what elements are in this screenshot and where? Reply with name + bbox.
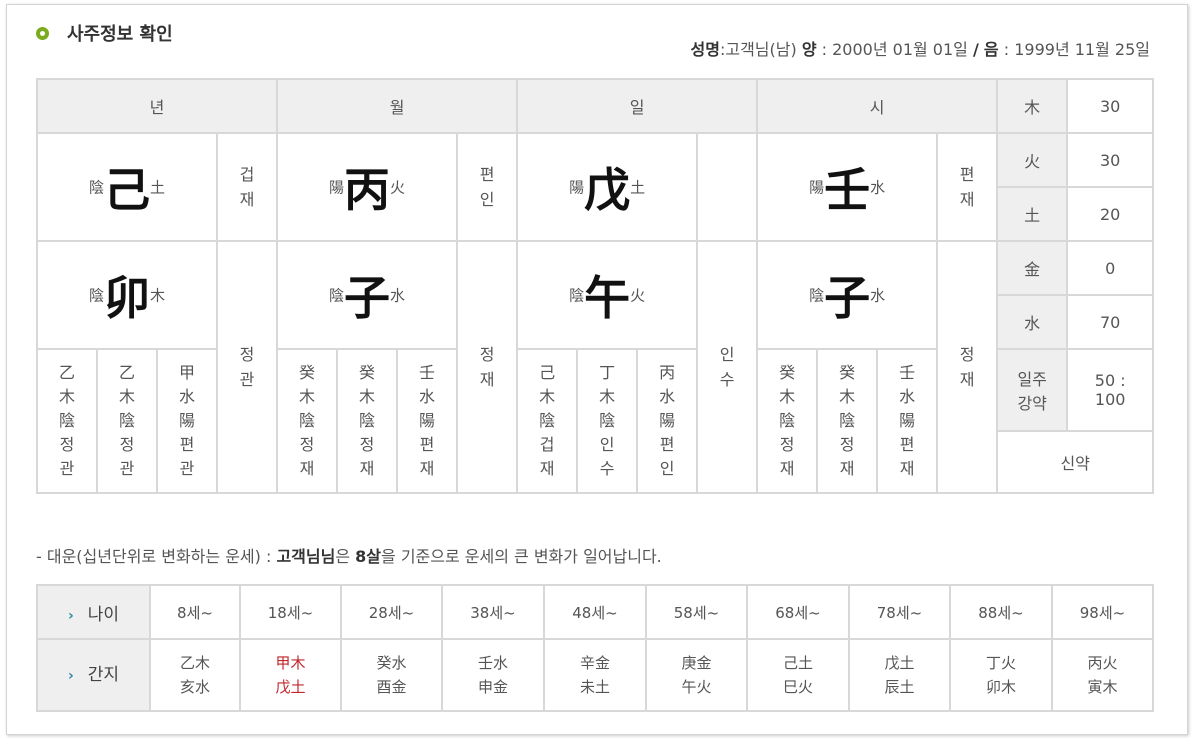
stem-god-hour: 편재 bbox=[936, 132, 999, 242]
ganji-row-header: › 간지 bbox=[36, 638, 151, 712]
daeun-ganji: 乙木 亥水 bbox=[149, 638, 241, 712]
branch-char: 子 bbox=[824, 271, 871, 325]
jijanggan-cell: 壬水陽편재 bbox=[396, 348, 459, 494]
daeun-age: 38세~ bbox=[441, 584, 545, 640]
branch-char: 子 bbox=[344, 271, 391, 325]
branch-char: 卯 bbox=[104, 271, 150, 325]
stem-god-year: 겁재 bbox=[215, 132, 279, 242]
chevron-right-icon: › bbox=[67, 667, 74, 684]
branch-char: 午 bbox=[584, 271, 631, 325]
stem-char: 戊 bbox=[584, 163, 631, 217]
ohaeng-label-water: 水 bbox=[996, 294, 1069, 350]
lunar-label: 음 bbox=[983, 40, 999, 59]
daeun-age: 78세~ bbox=[848, 584, 951, 640]
jijanggan-cell: 丁木陰인수 bbox=[576, 348, 639, 494]
bullet-icon bbox=[36, 26, 49, 40]
solar-date: : 2000년 01월 01일 bbox=[821, 40, 968, 59]
daeun-ganji: 庚金 午火 bbox=[645, 638, 748, 712]
branch-god-month: 정재 bbox=[456, 240, 519, 494]
daeun-age: 68세~ bbox=[746, 584, 850, 640]
daeun-ganji: 癸水 酉金 bbox=[340, 638, 443, 712]
customer-name: 고객님님 bbox=[276, 547, 336, 566]
stem-day: 陽戊土 bbox=[516, 132, 699, 242]
ohaeng-value-wood: 30 bbox=[1066, 78, 1155, 134]
branch-god-day: 인수 bbox=[696, 240, 759, 494]
page-title: 사주정보 확인 bbox=[67, 24, 173, 45]
jijanggan-cell: 甲水陽편관 bbox=[156, 348, 218, 494]
ohaeng-label-metal: 金 bbox=[996, 240, 1069, 296]
stem-god-day bbox=[696, 132, 759, 242]
branch-day: 陰午火 bbox=[516, 240, 699, 350]
branch-month: 陰子水 bbox=[276, 240, 459, 350]
section-title: 사주정보 확인 bbox=[36, 20, 173, 46]
jijanggan-cell: 丙水陽편인 bbox=[636, 348, 699, 494]
stem-god-month: 편인 bbox=[456, 132, 519, 242]
daeun-age: 18세~ bbox=[239, 584, 342, 640]
solar-label: 양 bbox=[801, 40, 817, 59]
chevron-right-icon: › bbox=[67, 607, 74, 624]
daeun-ganji: 戊土 辰土 bbox=[848, 638, 951, 712]
ohaeng-value-metal: 0 bbox=[1066, 240, 1155, 296]
person-info: 성명:고객님(남) 양 : 2000년 01월 01일 / 음 : 1999년 … bbox=[691, 36, 1151, 60]
daeun-age: 88세~ bbox=[949, 584, 1053, 640]
ohaeng-value-water: 70 bbox=[1066, 294, 1155, 350]
jijanggan-cell: 癸木陰정재 bbox=[816, 348, 879, 494]
daeun-ganji: 辛金 未土 bbox=[543, 638, 647, 712]
jijanggan-cell: 乙木陰정관 bbox=[96, 348, 158, 494]
daeun-table: › 나이 8세~ 18세~ 28세~ 38세~ 48세~ 58세~ 68세~ 78… bbox=[36, 584, 1154, 712]
strength-value: 50 : 100 bbox=[1066, 348, 1155, 432]
daeun-ganji: 丁火 卯木 bbox=[949, 638, 1053, 712]
jijanggan-cell: 癸木陰정재 bbox=[336, 348, 399, 494]
ohaeng-value-fire: 30 bbox=[1066, 132, 1155, 188]
jijanggan-cell: 壬水陽편재 bbox=[876, 348, 939, 494]
pillar-header-month: 월 bbox=[276, 78, 519, 134]
branch-god-year: 정관 bbox=[215, 240, 279, 494]
name-value: :고객님(남) bbox=[719, 40, 797, 59]
lunar-date: : 1999년 11월 25일 bbox=[1003, 40, 1150, 59]
branch-god-hour: 정재 bbox=[936, 240, 999, 494]
jijanggan-cell: 己木陰겁재 bbox=[516, 348, 579, 494]
stem-char: 己 bbox=[104, 163, 150, 217]
stem-month: 陽丙火 bbox=[276, 132, 459, 242]
daeun-ganji: 己土 巳火 bbox=[746, 638, 850, 712]
daeun-ganji-current: 甲木 戊土 bbox=[239, 638, 342, 712]
daeun-intro: - 대운(십년단위로 변화하는 운세) : 고객님님은 8살을 기준으로 운세의… bbox=[36, 547, 662, 566]
stem-hour: 陽壬水 bbox=[756, 132, 939, 242]
daeun-age: 58세~ bbox=[645, 584, 748, 640]
ohaeng-value-earth: 20 bbox=[1066, 186, 1155, 242]
stem-char: 壬 bbox=[824, 163, 871, 217]
ohaeng-label-fire: 火 bbox=[996, 132, 1069, 188]
daeun-age: 98세~ bbox=[1051, 584, 1154, 640]
age-row-header: › 나이 bbox=[36, 584, 151, 640]
pillar-header-hour: 시 bbox=[756, 78, 999, 134]
branch-year: 陰卯木 bbox=[36, 240, 218, 350]
pillar-header-year: 년 bbox=[35, 78, 279, 134]
branch-hour: 陰子水 bbox=[756, 240, 939, 350]
name-label: 성명 bbox=[690, 40, 720, 59]
separator: / bbox=[972, 40, 979, 59]
saju-table: 년 월 일 시 木 30 陰己土 겁재 陽丙火 편인 陽戊土 陽壬水 편재 火 … bbox=[35, 78, 1155, 494]
strength-result: 신약 bbox=[996, 430, 1155, 494]
daeun-start-age: 8살 bbox=[355, 547, 382, 566]
ohaeng-label-earth: 土 bbox=[996, 186, 1069, 242]
jijanggan-cell: 癸木陰정재 bbox=[276, 348, 339, 494]
jijanggan-cell: 癸木陰정재 bbox=[756, 348, 819, 494]
daeun-age: 8세~ bbox=[149, 584, 241, 640]
stem-char: 丙 bbox=[344, 163, 391, 217]
daeun-ganji: 丙火 寅木 bbox=[1051, 638, 1154, 712]
daeun-ganji: 壬水 申金 bbox=[441, 638, 545, 712]
stem-year: 陰己土 bbox=[36, 132, 218, 242]
jijanggan-cell: 乙木陰정관 bbox=[36, 348, 98, 494]
strength-label: 일주 강약 bbox=[996, 348, 1069, 432]
daeun-age: 28세~ bbox=[340, 584, 443, 640]
pillar-header-day: 일 bbox=[516, 78, 759, 134]
ohaeng-label-wood: 木 bbox=[996, 78, 1069, 134]
daeun-age: 48세~ bbox=[543, 584, 647, 640]
